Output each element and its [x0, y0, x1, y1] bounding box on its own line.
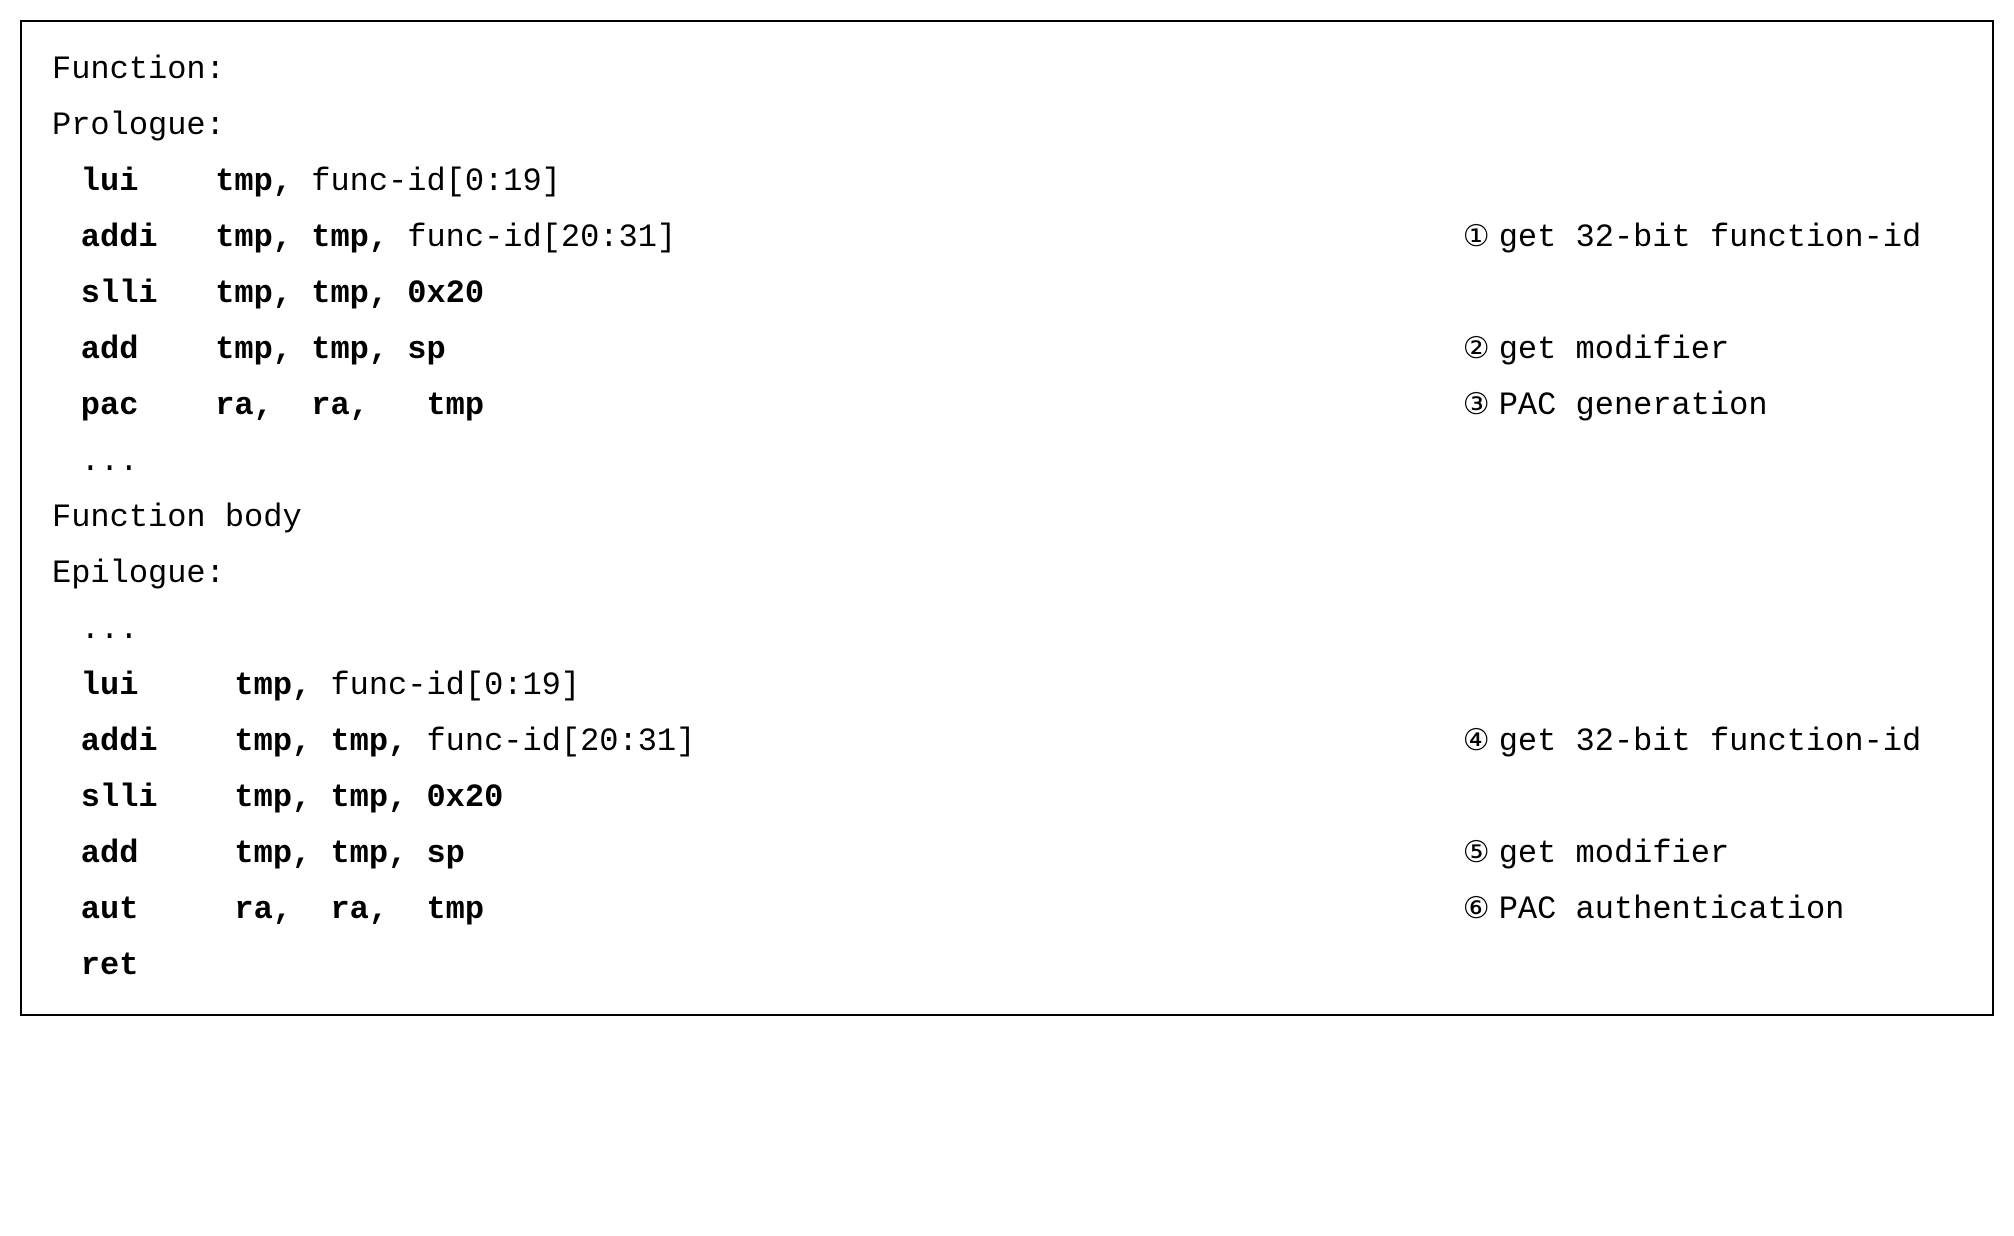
- header-epilogue: Epilogue:: [52, 546, 1962, 602]
- circled-number-icon: ⑤: [1463, 829, 1488, 882]
- prologue-line-1: lui tmp, func-id[0:19]: [52, 154, 1962, 210]
- operand-bold: ra,: [273, 387, 369, 424]
- mnemonic: slli: [81, 770, 215, 826]
- operand-bold: sp: [407, 835, 465, 872]
- mnemonic: slli: [81, 266, 215, 322]
- annotation-text: get modifier: [1499, 826, 1729, 882]
- operand-bold: tmp,: [215, 331, 292, 368]
- operand-bold: tmp,: [215, 163, 292, 200]
- circled-number-icon: ④: [1463, 717, 1488, 770]
- annotation: ⑤ get modifier: [1424, 826, 1962, 882]
- epilogue-line-5: aut ra, ra, tmp ⑥ PAC authentication: [52, 882, 1962, 938]
- epilogue-line-3: slli tmp, tmp, 0x20: [52, 770, 1962, 826]
- operand-bold: tmp: [369, 387, 484, 424]
- operand-plain: func-id[20:31]: [407, 723, 695, 760]
- label-epilogue: Epilogue:: [52, 546, 225, 602]
- code-listing-box: Function: Prologue: lui tmp, func-id[0:1…: [20, 20, 1994, 1016]
- operand-bold: tmp,: [292, 219, 388, 256]
- epilogue-ret: ret: [52, 938, 1962, 994]
- operands: tmp, func-id[0:19]: [215, 154, 561, 210]
- annotation: ④ get 32-bit function-id: [1424, 714, 1962, 770]
- ellipsis: ...: [81, 434, 139, 490]
- mnemonic: aut: [81, 882, 215, 938]
- operand-bold: tmp,: [215, 835, 311, 872]
- prologue-line-5: pac ra, ra, tmp ③ PAC generation: [52, 378, 1962, 434]
- operand-bold: 0x20: [407, 779, 503, 816]
- mnemonic: add: [81, 322, 215, 378]
- mnemonic: addi: [81, 714, 215, 770]
- operand-bold: tmp,: [215, 723, 311, 760]
- ellipsis: ...: [81, 602, 139, 658]
- mnemonic: add: [81, 826, 215, 882]
- epilogue-line-4: add tmp, tmp, sp ⑤ get modifier: [52, 826, 1962, 882]
- annotation: ① get 32-bit function-id: [1424, 210, 1962, 266]
- operands: tmp, tmp, 0x20: [215, 266, 484, 322]
- operand-bold: tmp,: [215, 275, 292, 312]
- header-body: Function body: [52, 490, 1962, 546]
- epilogue-line-1: lui tmp, func-id[0:19]: [52, 658, 1962, 714]
- operand-plain: func-id[0:19]: [292, 163, 561, 200]
- mnemonic: lui: [81, 154, 215, 210]
- annotation-text: PAC generation: [1499, 378, 1768, 434]
- operands: ra, ra, tmp: [215, 378, 484, 434]
- operand-plain: func-id[20:31]: [388, 219, 676, 256]
- header-prologue: Prologue:: [52, 98, 1962, 154]
- header-function: Function:: [52, 42, 1962, 98]
- label-prologue: Prologue:: [52, 98, 225, 154]
- annotation-text: PAC authentication: [1499, 882, 1845, 938]
- operand-bold: tmp,: [215, 779, 311, 816]
- annotation-text: get 32-bit function-id: [1499, 714, 1921, 770]
- prologue-line-3: slli tmp, tmp, 0x20: [52, 266, 1962, 322]
- epilogue-line-2: addi tmp, tmp, func-id[20:31] ④ get 32-b…: [52, 714, 1962, 770]
- operands: tmp, tmp, 0x20: [215, 770, 503, 826]
- operand-bold: ra,: [292, 891, 388, 928]
- circled-number-icon: ②: [1463, 325, 1488, 378]
- prologue-line-2: addi tmp, tmp, func-id[20:31] ① get 32-b…: [52, 210, 1962, 266]
- label-body: Function body: [52, 490, 302, 546]
- operands: ra, ra, tmp: [215, 882, 484, 938]
- operand-bold: ra,: [215, 387, 273, 424]
- operand-bold: tmp,: [311, 835, 407, 872]
- annotation: ② get modifier: [1424, 322, 1962, 378]
- operand-bold: tmp,: [311, 779, 407, 816]
- operands: tmp, tmp, sp: [215, 322, 445, 378]
- operand-bold: tmp,: [311, 723, 407, 760]
- mnemonic: lui: [81, 658, 215, 714]
- annotation-text: get 32-bit function-id: [1499, 210, 1921, 266]
- operand-plain: func-id[0:19]: [311, 667, 580, 704]
- prologue-line-4: add tmp, tmp, sp ② get modifier: [52, 322, 1962, 378]
- circled-number-icon: ③: [1463, 381, 1488, 434]
- annotation: ③ PAC generation: [1424, 378, 1962, 434]
- operands: tmp, tmp, sp: [215, 826, 465, 882]
- operand-bold: tmp,: [215, 667, 311, 704]
- operand-bold: tmp,: [292, 275, 388, 312]
- annotation-text: get modifier: [1499, 322, 1729, 378]
- mnemonic: ret: [81, 938, 215, 994]
- operands: tmp, tmp, func-id[20:31]: [215, 210, 676, 266]
- mnemonic: addi: [81, 210, 215, 266]
- operand-bold: tmp,: [215, 219, 292, 256]
- operands: tmp, tmp, func-id[20:31]: [215, 714, 695, 770]
- circled-number-icon: ⑥: [1463, 885, 1488, 938]
- operands: tmp, func-id[0:19]: [215, 658, 580, 714]
- label-function: Function:: [52, 42, 225, 98]
- prologue-ellipsis: ...: [52, 434, 1962, 490]
- mnemonic: pac: [81, 378, 215, 434]
- operand-bold: ra,: [215, 891, 292, 928]
- operand-bold: tmp,: [292, 331, 388, 368]
- circled-number-icon: ①: [1463, 213, 1488, 266]
- operand-bold: 0x20: [388, 275, 484, 312]
- operand-bold: sp: [388, 331, 446, 368]
- epilogue-ellipsis: ...: [52, 602, 1962, 658]
- annotation: ⑥ PAC authentication: [1424, 882, 1962, 938]
- operand-bold: tmp: [388, 891, 484, 928]
